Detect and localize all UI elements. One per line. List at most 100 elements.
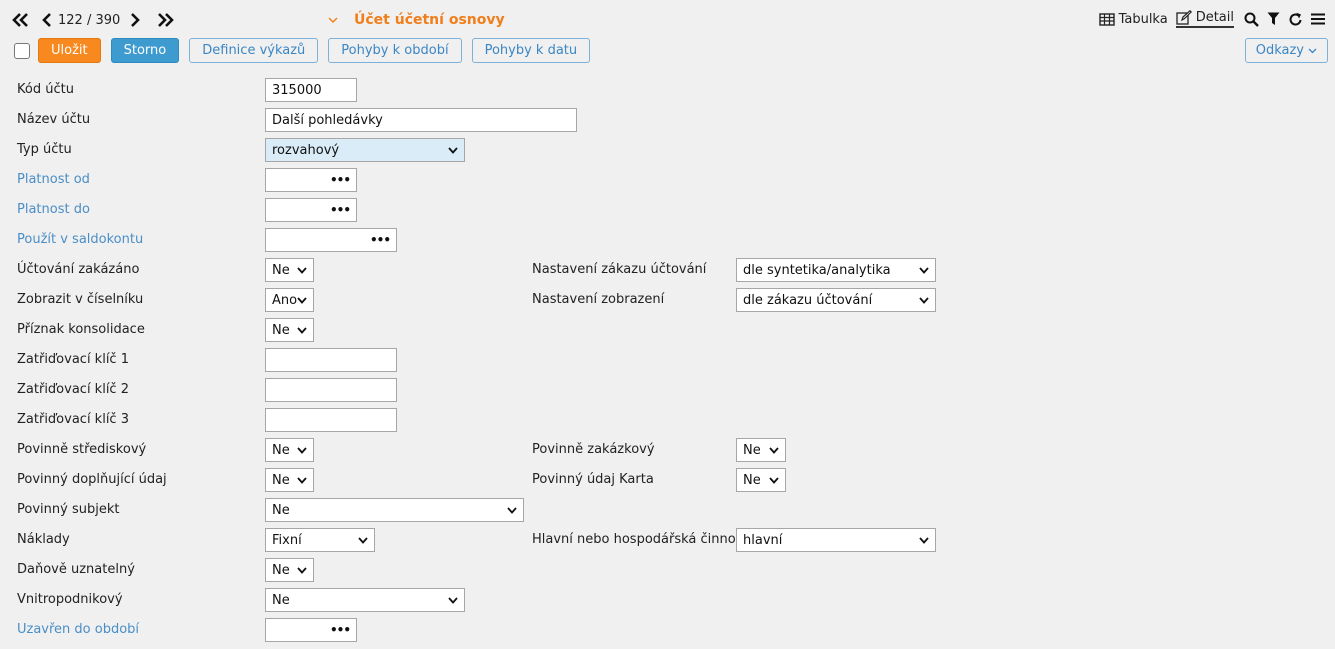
row-valid-from: Platnost od ••• [0, 165, 1335, 195]
prev-record-icon[interactable] [42, 13, 52, 27]
chevron-down-icon [769, 475, 779, 485]
row-mandatory-center: Povinně střediskový Ne Povinně zakázkový… [0, 435, 1335, 465]
intracompany-select[interactable]: Ne [265, 588, 465, 612]
filter-icon[interactable] [1267, 12, 1280, 26]
action-toolbar: Uložit Storno Definice výkazů Pohyby k o… [14, 38, 600, 63]
refresh-icon[interactable] [1288, 12, 1303, 27]
class-key-1-label: Zatřiďovací klíč 1 [17, 352, 129, 367]
last-record-icon[interactable] [156, 13, 175, 27]
row-class-key-3: Zatřiďovací klíč 3 [0, 405, 1335, 435]
chevron-down-icon [297, 475, 307, 485]
valid-from-input[interactable]: ••• [265, 168, 357, 192]
consolidation-flag-label: Příznak konsolidace [17, 322, 145, 337]
period-moves-button[interactable]: Pohyby k období [328, 38, 462, 63]
table-view-button[interactable]: Tabulka [1098, 11, 1168, 27]
menu-icon[interactable] [1311, 13, 1325, 25]
chevron-down-icon [448, 145, 458, 155]
mandatory-subject-select[interactable]: Ne [265, 498, 524, 522]
costs-select[interactable]: Fixní [265, 528, 375, 552]
chevron-down-icon [1308, 48, 1317, 53]
row-mandatory-extra: Povinný doplňující údaj Ne Povinný údaj … [0, 465, 1335, 495]
costs-label: Náklady [17, 532, 70, 547]
account-name-input[interactable]: Další pohledávky [265, 108, 577, 132]
row-class-key-2: Zatřiďovací klíč 2 [0, 375, 1335, 405]
row-account-code: Kód účtu 315000 [0, 75, 1335, 105]
save-button[interactable]: Uložit [38, 38, 101, 63]
mandatory-center-select[interactable]: Ne [265, 438, 314, 462]
title-area: Účet účetní osnovy [328, 12, 505, 28]
row-class-key-1: Zatřiďovací klíč 1 [0, 345, 1335, 375]
cancel-button[interactable]: Storno [110, 38, 180, 63]
valid-to-input[interactable]: ••• [265, 198, 357, 222]
account-code-input[interactable]: 315000 [265, 78, 357, 102]
tax-deductible-select[interactable]: Ne [265, 558, 314, 582]
page-title: Účet účetní osnovy [354, 12, 505, 28]
row-show-in-list: Zobrazit v číselníku Ano Nastavení zobra… [0, 285, 1335, 315]
select-checkbox[interactable] [14, 42, 30, 59]
links-dropdown-button[interactable]: Odkazy [1244, 38, 1328, 63]
report-definitions-button[interactable]: Definice výkazů [189, 38, 319, 63]
date-moves-button[interactable]: Pohyby k datu [471, 38, 591, 63]
row-account-name: Název účtu Další pohledávky [0, 105, 1335, 135]
posting-forbidden-label: Účtování zakázáno [17, 262, 140, 277]
class-key-2-input[interactable] [265, 378, 397, 402]
main-activity-label: Hlavní nebo hospodářská činnost [532, 532, 748, 547]
mandatory-center-label: Povinně střediskový [17, 442, 147, 457]
class-key-3-label: Zatřiďovací klíč 3 [17, 412, 129, 427]
mandatory-extra-label: Povinný doplňující údaj [17, 472, 167, 487]
links-label: Odkazy [1255, 43, 1304, 58]
chevron-down-icon [297, 325, 307, 335]
class-key-1-input[interactable] [265, 348, 397, 372]
chevron-down-icon [297, 565, 307, 575]
row-posting-forbidden: Účtování zakázáno Ne Nastavení zákazu úč… [0, 255, 1335, 285]
more-dots-icon: ••• [329, 623, 351, 637]
account-type-label: Typ účtu [17, 142, 72, 157]
more-dots-icon: ••• [329, 203, 351, 217]
row-valid-to: Platnost do ••• [0, 195, 1335, 225]
row-consolidation-flag: Příznak konsolidace Ne [0, 315, 1335, 345]
posting-ban-setting-select[interactable]: dle syntetika/analytika [736, 258, 936, 282]
display-setting-select[interactable]: dle zákazu účtování [736, 288, 936, 312]
closed-to-period-input[interactable]: ••• [265, 618, 357, 642]
search-icon[interactable] [1244, 12, 1259, 27]
chevron-down-icon [297, 265, 307, 275]
mandatory-order-select[interactable]: Ne [736, 438, 786, 462]
consolidation-flag-select[interactable]: Ne [265, 318, 314, 342]
closed-to-period-label[interactable]: Uzavřen do období [17, 622, 139, 637]
posting-forbidden-select[interactable]: Ne [265, 258, 314, 282]
mandatory-order-label: Povinně zakázkový [532, 442, 655, 457]
class-key-3-input[interactable] [265, 408, 397, 432]
row-mandatory-subject: Povinný subjekt Ne [0, 495, 1335, 525]
account-name-label: Název účtu [17, 112, 91, 127]
show-in-list-select[interactable]: Ano [265, 288, 314, 312]
top-bar: 122 / 390 Účet účetní osnovy Tabulka Det… [0, 0, 1335, 38]
main-activity-select[interactable]: hlavní [736, 528, 936, 552]
chevron-down-icon[interactable] [328, 13, 338, 28]
view-tools: Tabulka Detail [1098, 10, 1325, 28]
record-counter: 122 / 390 [58, 12, 121, 28]
show-in-list-label: Zobrazit v číselníku [17, 292, 144, 307]
account-type-select[interactable]: rozvahový [265, 138, 465, 162]
chevron-down-icon [769, 445, 779, 455]
valid-to-label[interactable]: Platnost do [17, 202, 90, 217]
mandatory-subject-label: Povinný subjekt [17, 502, 120, 517]
row-closed-to-period: Uzavřen do období ••• [0, 615, 1335, 645]
table-view-label: Tabulka [1118, 11, 1168, 27]
chevron-down-icon [358, 535, 368, 545]
mandatory-extra-select[interactable]: Ne [265, 468, 314, 492]
mandatory-card-select[interactable]: Ne [736, 468, 786, 492]
valid-from-label[interactable]: Platnost od [17, 172, 90, 187]
chevron-down-icon [919, 535, 929, 545]
chevron-down-icon [919, 265, 929, 275]
row-intracompany: Vnitropodnikový Ne [0, 585, 1335, 615]
saldo-use-input[interactable]: ••• [265, 228, 397, 252]
row-costs: Náklady Fixní Hlavní nebo hospodářská či… [0, 525, 1335, 555]
detail-view-label: Detail [1195, 10, 1234, 25]
next-record-icon[interactable] [130, 13, 141, 27]
chevron-down-icon [297, 295, 307, 305]
record-navigation: 122 / 390 [12, 10, 175, 30]
table-icon [1098, 12, 1115, 26]
detail-view-button[interactable]: Detail [1175, 10, 1234, 28]
first-record-icon[interactable] [12, 13, 30, 27]
saldo-use-label[interactable]: Použít v saldokontu [17, 232, 143, 247]
